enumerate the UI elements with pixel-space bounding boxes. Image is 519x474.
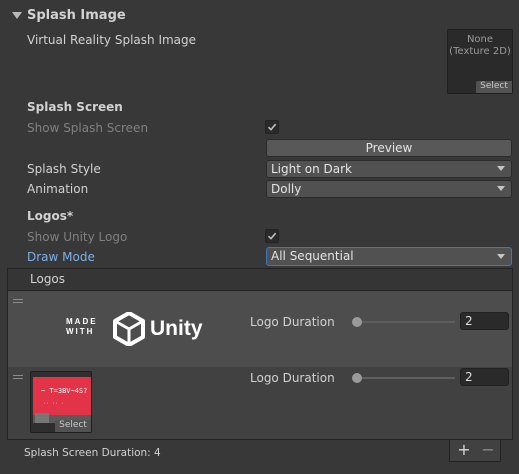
vr-splash-label: Virtual Reality Splash Image bbox=[27, 33, 197, 47]
remove-logo-button[interactable]: − bbox=[478, 440, 498, 460]
splash-style-value: Light on Dark bbox=[271, 162, 352, 176]
animation-dropdown[interactable]: Dolly bbox=[266, 180, 512, 198]
logo-duration-slider[interactable] bbox=[352, 372, 458, 384]
logo-duration-label: Logo Duration bbox=[250, 315, 335, 329]
drag-handle-icon[interactable] bbox=[13, 375, 23, 381]
chevron-down-icon bbox=[497, 254, 505, 259]
unity-brand-text: Unity bbox=[150, 317, 203, 340]
logo-duration-field[interactable]: 2 bbox=[460, 312, 509, 330]
animation-label: Animation bbox=[27, 182, 89, 196]
logos-list-header: Logos bbox=[7, 268, 513, 290]
show-splash-screen-label: Show Splash Screen bbox=[27, 121, 149, 135]
drag-handle-icon[interactable] bbox=[13, 299, 23, 305]
logo-texture-select-button[interactable]: Select bbox=[55, 420, 91, 432]
logo-texture-field[interactable]: ~ T=3BV~4S? ·· ·· · Select bbox=[30, 371, 92, 433]
slider-thumb[interactable] bbox=[352, 317, 362, 327]
draw-mode-label: Draw Mode bbox=[27, 250, 95, 264]
logo-texture-thumbnail: ~ T=3BV~4S? ·· ·· · bbox=[33, 377, 91, 423]
splash-style-dropdown[interactable]: Light on Dark bbox=[266, 160, 512, 178]
splash-duration-text: Splash Screen Duration: 4 bbox=[24, 447, 161, 459]
logos-header: Logos* bbox=[27, 209, 74, 223]
section-title[interactable]: Splash Image bbox=[27, 8, 126, 23]
chevron-down-icon bbox=[497, 186, 505, 191]
draw-mode-value: All Sequential bbox=[271, 249, 354, 263]
unity-cube-icon bbox=[113, 312, 145, 346]
unity-logo: MADE WITH Unity bbox=[66, 311, 216, 347]
show-unity-logo-label: Show Unity Logo bbox=[27, 230, 128, 244]
splash-style-label: Splash Style bbox=[27, 162, 101, 176]
list-item[interactable]: MADE WITH Unity Logo Duration 2 bbox=[8, 291, 512, 367]
logo-duration-field[interactable]: 2 bbox=[460, 368, 509, 386]
slider-track bbox=[355, 321, 455, 323]
svg-text:~ T=3BV~4S?: ~ T=3BV~4S? bbox=[41, 387, 87, 395]
logos-list-title: Logos bbox=[30, 272, 66, 286]
vr-splash-texture-field[interactable]: None (Texture 2D) Select bbox=[447, 29, 513, 94]
show-splash-screen-checkbox[interactable] bbox=[265, 120, 279, 134]
list-item[interactable]: ~ T=3BV~4S? ·· ·· · Select Logo Duration… bbox=[8, 367, 512, 439]
checkmark-icon bbox=[267, 123, 277, 131]
texture-none-line2: (Texture 2D) bbox=[449, 46, 511, 57]
draw-mode-dropdown[interactable]: All Sequential bbox=[266, 247, 512, 266]
splash-screen-header: Splash Screen bbox=[27, 100, 123, 114]
logo-duration-label: Logo Duration bbox=[250, 371, 335, 385]
animation-value: Dolly bbox=[271, 182, 302, 196]
texture-none-text: None (Texture 2D) bbox=[448, 34, 512, 58]
add-logo-button[interactable]: + bbox=[454, 440, 474, 460]
checkmark-icon bbox=[267, 232, 277, 240]
list-footer: + − bbox=[449, 440, 501, 462]
preview-button[interactable]: Preview bbox=[266, 139, 512, 157]
slider-track bbox=[355, 377, 455, 379]
made-with-text: MADE WITH bbox=[66, 317, 98, 336]
chevron-down-icon bbox=[497, 166, 505, 171]
show-unity-logo-checkbox[interactable] bbox=[265, 229, 279, 243]
svg-text:·· ·· ·: ·· ·· · bbox=[43, 401, 64, 407]
foldout-arrow-icon[interactable] bbox=[12, 12, 22, 19]
texture-none-line1: None bbox=[466, 34, 494, 45]
slider-thumb[interactable] bbox=[352, 373, 362, 383]
vr-splash-select-button[interactable]: Select bbox=[476, 81, 512, 93]
logos-list-body: MADE WITH Unity Logo Duration 2 ~ T=3BV~… bbox=[7, 290, 513, 440]
logo-duration-slider[interactable] bbox=[352, 316, 458, 328]
